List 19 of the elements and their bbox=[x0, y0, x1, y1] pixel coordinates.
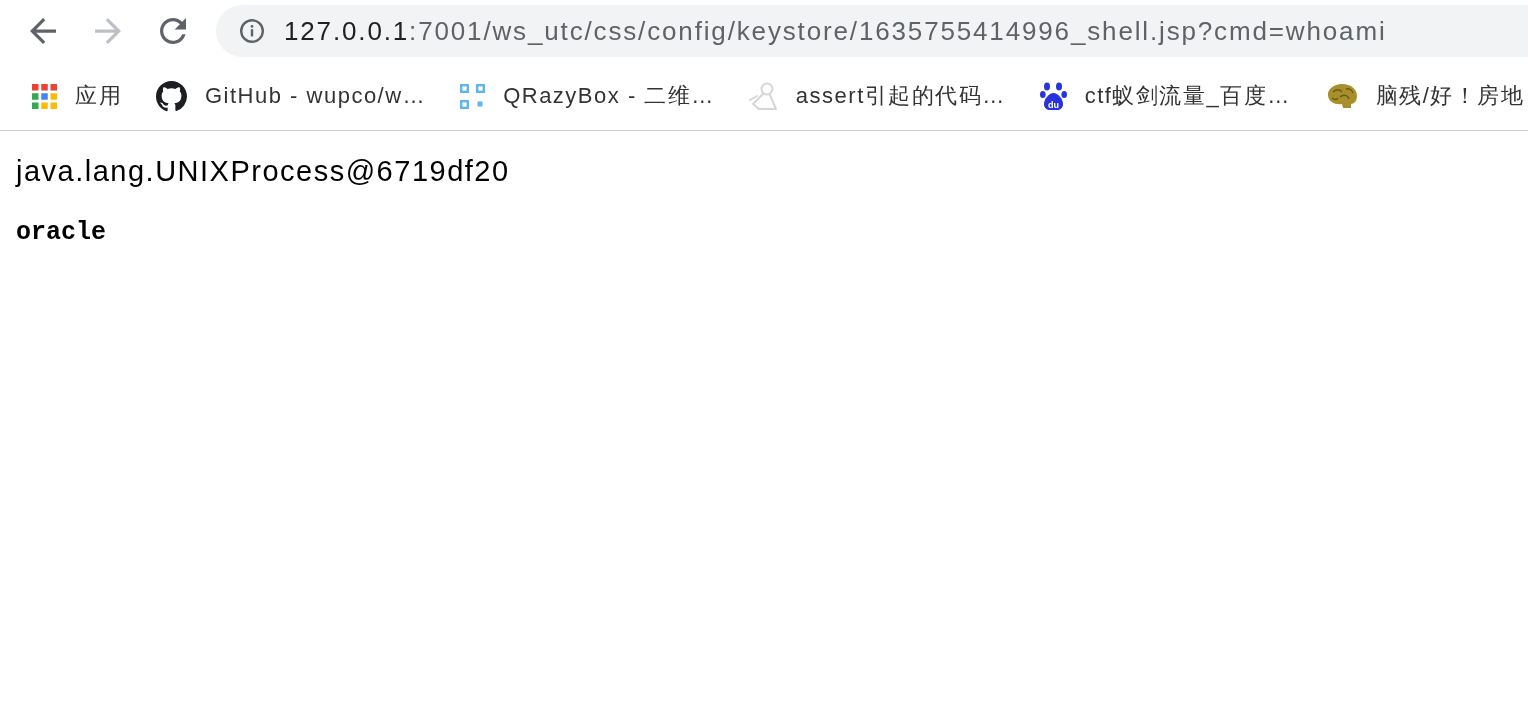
back-button[interactable] bbox=[30, 18, 56, 44]
apps-grid-icon bbox=[32, 83, 57, 109]
reload-icon bbox=[160, 18, 186, 44]
squares-icon bbox=[460, 83, 486, 109]
output-text: java.lang.UNIXProcess@6719df20 bbox=[16, 154, 510, 188]
reload-button[interactable] bbox=[160, 18, 186, 44]
bookmark-item[interactable]: du ctf蚁剑流量_百度… bbox=[1039, 81, 1291, 111]
address-field[interactable]: 127.0.0.1:7001/ws_utc/css/config/keystore/1635755414996_shell.jsp?cmd=whoami bbox=[216, 5, 1528, 57]
bookmark-item[interactable]: GitHub - wupco/w… bbox=[156, 80, 427, 112]
bookmark-item[interactable]: QRazyBox - 二维… bbox=[460, 81, 715, 111]
bookmark-item[interactable]: assert引起的代码… bbox=[748, 81, 1006, 111]
arrow-left-icon bbox=[30, 18, 56, 44]
bookmark-item[interactable]: 脑残/好！房地 bbox=[1324, 81, 1525, 111]
cat-logo-icon bbox=[156, 80, 187, 112]
command-output: oracle bbox=[16, 218, 106, 248]
arrow-right-icon bbox=[95, 18, 121, 44]
figure-outline-icon bbox=[748, 82, 778, 110]
info-icon[interactable] bbox=[240, 19, 264, 43]
bookmark-item[interactable]: 应用 bbox=[32, 81, 122, 111]
